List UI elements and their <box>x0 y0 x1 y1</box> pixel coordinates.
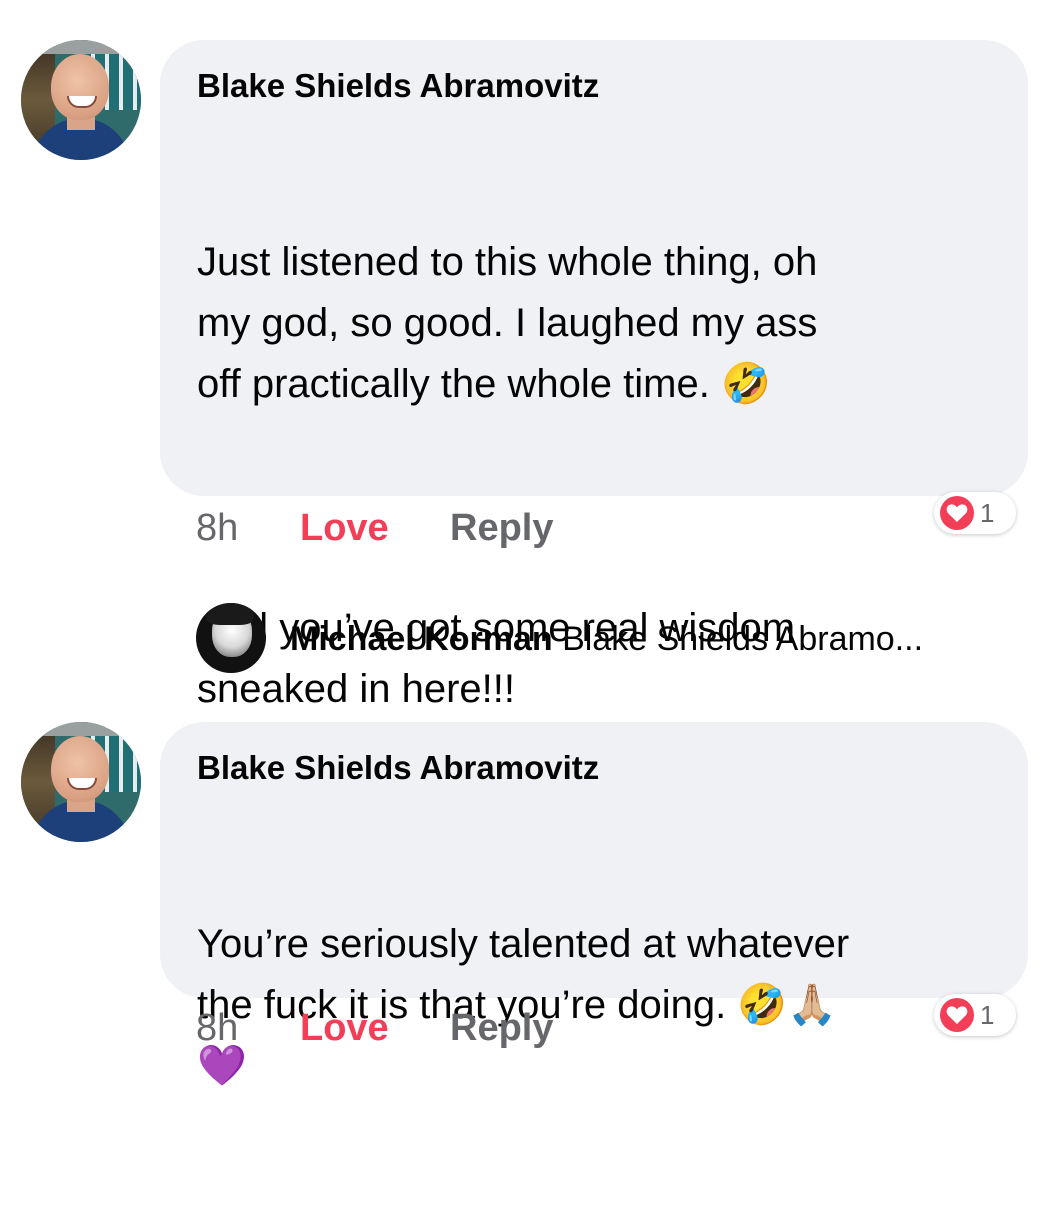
love-button[interactable]: Love <box>300 506 450 550</box>
heart-icon <box>940 998 974 1032</box>
avatar-face <box>51 736 109 802</box>
love-button[interactable]: Love <box>300 1006 450 1050</box>
avatar-face <box>51 54 109 120</box>
reply-button[interactable]: Reply <box>450 506 553 550</box>
comment-author[interactable]: Blake Shields Abramovitz <box>197 66 988 106</box>
reply-button[interactable]: Reply <box>450 1006 553 1050</box>
commenter-avatar[interactable] <box>21 40 141 160</box>
comment-actions: 8h Love Reply <box>196 1006 553 1050</box>
comment-bubble: Blake Shields Abramovitz Just listened t… <box>160 40 1028 711</box>
comment-actions: 8h Love Reply <box>196 506 553 550</box>
comment-paragraph: Just listened to this whole thing, oh my… <box>197 240 818 406</box>
comment-author[interactable]: Blake Shields Abramovitz <box>197 748 988 788</box>
comment-timestamp[interactable]: 8h <box>196 506 300 550</box>
reaction-badge[interactable]: 1 <box>934 994 1016 1036</box>
reaction-count: 1 <box>980 497 995 528</box>
reply-snippet: Blake Shields Abramo... <box>562 620 924 658</box>
avatar-background <box>41 722 121 736</box>
heart-icon <box>940 496 974 530</box>
avatar-background <box>41 40 121 54</box>
comment-timestamp[interactable]: 8h <box>196 1006 300 1050</box>
reply-author[interactable]: Michael Korman <box>290 620 553 658</box>
comment-bubble: Blake Shields Abramovitz You’re seriousl… <box>160 722 1028 1088</box>
reaction-count: 1 <box>980 999 995 1030</box>
reply-preview[interactable]: Michael Korman Blake Shields Abramo... <box>290 617 923 661</box>
avatar-hair <box>206 603 254 625</box>
commenter-avatar[interactable] <box>21 722 141 842</box>
reply-avatar[interactable] <box>196 603 266 673</box>
reaction-badge[interactable]: 1 <box>934 492 1016 534</box>
